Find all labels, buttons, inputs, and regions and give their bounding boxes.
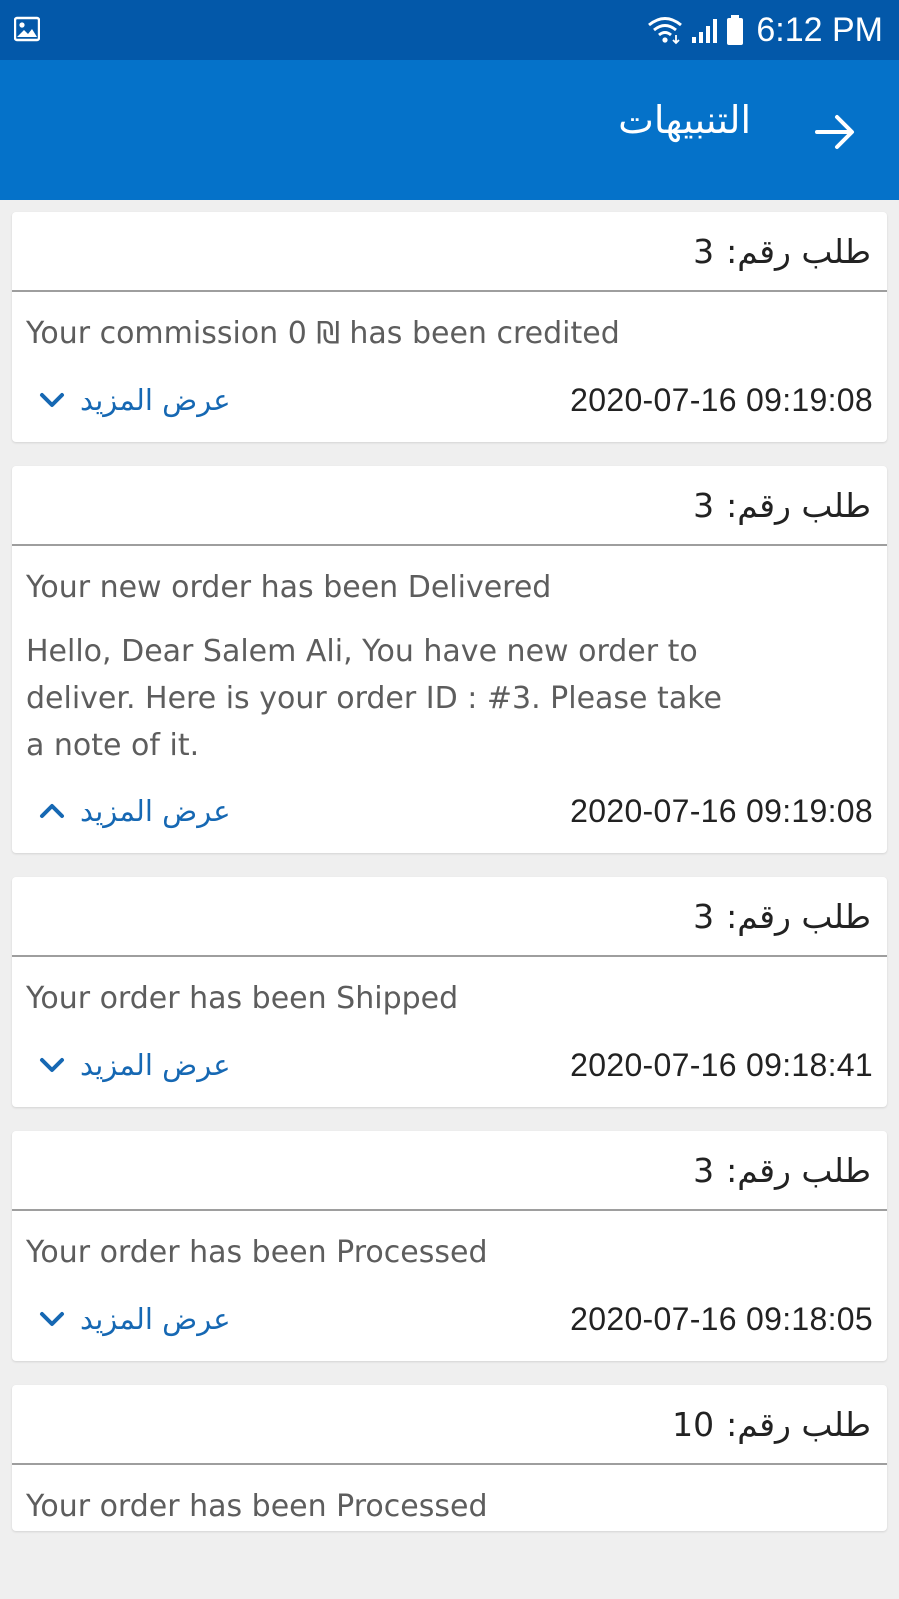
notification-card: طلب رقم: 3 Your order has been Processed…	[12, 1131, 887, 1361]
order-number: 3	[693, 896, 715, 936]
card-body: Your order has been Processed	[12, 1465, 887, 1531]
notification-body: Hello, Dear Salem Ali, You have new orde…	[26, 634, 722, 763]
wifi-icon	[648, 17, 683, 45]
battery-icon	[727, 15, 744, 45]
show-more-label: عرض المزيد	[80, 794, 231, 828]
show-more-button[interactable]: عرض المزيد	[38, 383, 231, 417]
order-number: 3	[693, 231, 715, 271]
timestamp: 2020-07-16 09:19:08	[570, 792, 873, 829]
notification-title: Your new order has been Delivered	[26, 570, 552, 605]
card-footer: عرض المزيد 2020-07-16 09:19:08	[12, 769, 887, 853]
notification-title: Your commission 0 ₪ has been credited	[26, 316, 620, 351]
notification-card: طلب رقم: 3 Your commission 0 ₪ has been …	[12, 212, 887, 442]
order-number: 3	[693, 485, 715, 525]
app-bar: التنبيهات	[0, 60, 899, 200]
notification-card: طلب رقم: 3 Your order has been Shipped ع…	[12, 877, 887, 1107]
status-time: 6:12 PM	[756, 10, 883, 49]
notification-card: طلب رقم: 10 Your order has been Processe…	[12, 1385, 887, 1531]
card-header: طلب رقم: 3	[12, 466, 887, 546]
card-header: طلب رقم: 3	[12, 1131, 887, 1211]
page-title: التنبيهات	[618, 98, 751, 142]
show-more-button[interactable]: عرض المزيد	[38, 1302, 231, 1336]
timestamp: 2020-07-16 09:19:08	[570, 381, 873, 418]
card-footer: عرض المزيد 2020-07-16 09:19:08	[12, 358, 887, 442]
status-indicators: 6:12 PM	[646, 0, 883, 60]
chevron-down-icon	[40, 393, 64, 407]
arrow-right-icon	[815, 115, 854, 149]
notification-card: طلب رقم: 3 Your new order has been Deliv…	[12, 466, 887, 853]
chevron-down-icon	[40, 1058, 64, 1072]
card-body: Your commission 0 ₪ has been credited	[12, 292, 887, 358]
order-label: طلب رقم:	[726, 896, 871, 936]
card-body: Your new order has been Delivered Hello,…	[12, 546, 887, 769]
card-header: طلب رقم: 3	[12, 212, 887, 292]
order-label: طلب رقم:	[726, 231, 871, 271]
card-footer: عرض المزيد 2020-07-16 09:18:41	[12, 1023, 887, 1107]
signal-icon	[692, 19, 718, 43]
show-more-label: عرض المزيد	[80, 1302, 231, 1336]
back-button[interactable]	[807, 104, 863, 160]
notification-title: Your order has been Processed	[26, 1489, 488, 1524]
card-body: Your order has been Shipped	[12, 957, 887, 1023]
show-more-label: عرض المزيد	[80, 383, 231, 417]
order-number: 10	[672, 1404, 715, 1444]
card-header: طلب رقم: 3	[12, 877, 887, 957]
timestamp: 2020-07-16 09:18:05	[570, 1300, 873, 1337]
order-label: طلب رقم:	[726, 1150, 871, 1190]
show-more-button[interactable]: عرض المزيد	[38, 794, 231, 828]
image-icon	[14, 16, 40, 42]
order-label: طلب رقم:	[726, 485, 871, 525]
notifications-list[interactable]: طلب رقم: 3 Your commission 0 ₪ has been …	[12, 212, 887, 1555]
notification-title: Your order has been Shipped	[26, 981, 459, 1016]
chevron-up-icon	[40, 804, 64, 818]
status-bar: 6:12 PM	[0, 0, 899, 60]
show-more-button[interactable]: عرض المزيد	[38, 1048, 231, 1082]
notification-title: Your order has been Processed	[26, 1235, 488, 1270]
timestamp: 2020-07-16 09:18:41	[570, 1046, 873, 1083]
order-label: طلب رقم:	[726, 1404, 871, 1444]
chevron-down-icon	[40, 1312, 64, 1326]
card-header: طلب رقم: 10	[12, 1385, 887, 1465]
card-footer: عرض المزيد 2020-07-16 09:18:05	[12, 1277, 887, 1361]
show-more-label: عرض المزيد	[80, 1048, 231, 1082]
order-number: 3	[693, 1150, 715, 1190]
card-body: Your order has been Processed	[12, 1211, 887, 1277]
